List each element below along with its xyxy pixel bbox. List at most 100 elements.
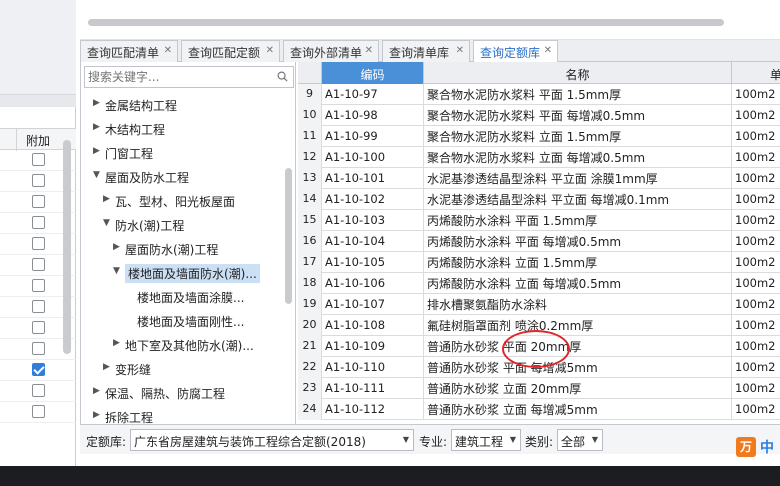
table-row[interactable]: 11 A1-10-99 聚合物水泥防水浆料 立面 1.5mm厚 100m2: [298, 126, 780, 147]
column-header-name[interactable]: 名称: [424, 62, 732, 84]
row-number: 22: [298, 357, 322, 378]
tab-query-list-library[interactable]: 查询清单库 ✕: [382, 40, 470, 62]
table-row[interactable]: 14 A1-10-102 水泥基渗透结晶型涂料 平立面 每增减0.1mm 100m2: [298, 189, 780, 210]
table-row[interactable]: 9 A1-10-97 聚合物水泥防水浆料 平面 1.5mm厚 100m2: [298, 84, 780, 105]
close-icon[interactable]: ✕: [456, 45, 464, 56]
caret-right-icon[interactable]: ▶: [93, 386, 100, 396]
row-number: 10: [298, 105, 322, 126]
caret-down-icon[interactable]: ▼: [103, 218, 110, 228]
row-number: 17: [298, 252, 322, 273]
search-icon[interactable]: [277, 71, 288, 82]
close-icon[interactable]: ✕: [365, 45, 373, 56]
table-row[interactable]: 15 A1-10-103 丙烯酸防水涂料 平面 1.5mm厚 100m2: [298, 210, 780, 231]
row-number: 13: [298, 168, 322, 189]
table-row[interactable]: 17 A1-10-105 丙烯酸防水涂料 立面 1.5mm厚 100m2: [298, 252, 780, 273]
row-checkbox[interactable]: [32, 363, 45, 376]
row-checkbox[interactable]: [32, 153, 45, 166]
row-checkbox[interactable]: [32, 300, 45, 313]
table-row[interactable]: 19 A1-10-107 排水槽聚氨酯防水涂料 100m2: [298, 294, 780, 315]
row-checkbox[interactable]: [32, 384, 45, 397]
table-row[interactable]: 24 A1-10-112 普通防水砂浆 立面 每增减5mm 100m2: [298, 399, 780, 420]
caret-right-icon[interactable]: ▶: [93, 146, 100, 156]
caret-down-icon[interactable]: ▼: [93, 170, 100, 180]
quota-unit: 100m2: [732, 84, 780, 105]
tree-node-label: 变形缝: [115, 363, 152, 377]
quota-name: 普通防水砂浆 立面 20mm厚: [424, 378, 732, 399]
column-divider: [16, 129, 17, 151]
table-row[interactable]: 23 A1-10-111 普通防水砂浆 立面 20mm厚 100m2: [298, 378, 780, 399]
quota-code: A1-10-97: [322, 84, 424, 105]
row-checkbox[interactable]: [32, 258, 45, 271]
horizontal-scrollbar[interactable]: [88, 19, 724, 26]
close-icon[interactable]: ✕: [164, 45, 172, 56]
quota-code: A1-10-108: [322, 315, 424, 336]
quota-unit: 100m2: [732, 126, 780, 147]
tab-query-match-quota[interactable]: 查询匹配定额 ✕: [181, 40, 280, 62]
row-checkbox[interactable]: [32, 342, 45, 355]
quota-unit: 100m2: [732, 189, 780, 210]
quota-name: 聚合物水泥防水浆料 平面 1.5mm厚: [424, 84, 732, 105]
left-scrollbar[interactable]: [63, 140, 71, 354]
row-checkbox[interactable]: [32, 174, 45, 187]
quota-code: A1-10-101: [322, 168, 424, 189]
chevron-down-icon: ▼: [402, 435, 409, 444]
quota-unit: 100m2: [732, 399, 780, 420]
row-number: 23: [298, 378, 322, 399]
row-checkbox[interactable]: [32, 195, 45, 208]
tree-node-label: 门窗工程: [105, 147, 154, 161]
table-row[interactable]: 18 A1-10-106 丙烯酸防水涂料 立面 每增减0.5mm 100m2: [298, 273, 780, 294]
chevron-down-icon: ▼: [591, 435, 598, 444]
major-select[interactable]: 建筑工程 ▼: [451, 429, 521, 451]
caret-down-icon[interactable]: ▼: [113, 266, 120, 276]
left-row: [0, 402, 76, 423]
quota-library-label: 定额库:: [86, 435, 127, 449]
row-checkbox[interactable]: [32, 405, 45, 418]
column-header-code[interactable]: 编码: [322, 62, 424, 84]
close-icon[interactable]: ✕: [544, 45, 552, 56]
caret-right-icon[interactable]: ▶: [93, 410, 100, 420]
quota-unit: 100m2: [732, 294, 780, 315]
tree-node-label: 木结构工程: [105, 123, 166, 137]
tab-query-match-list[interactable]: 查询匹配清单 ✕: [80, 40, 178, 62]
row-checkbox[interactable]: [32, 237, 45, 250]
caret-right-icon[interactable]: ▶: [93, 98, 100, 108]
row-number: 9: [298, 84, 322, 105]
caret-right-icon[interactable]: ▶: [113, 242, 120, 252]
column-header-unit[interactable]: 单: [732, 62, 780, 84]
tree-node-label: 屋面防水(潮)工程: [125, 243, 219, 257]
table-row[interactable]: 12 A1-10-100 聚合物水泥防水浆料 立面 每增减0.5mm 100m2: [298, 147, 780, 168]
quota-code: A1-10-109: [322, 336, 424, 357]
row-number: 11: [298, 126, 322, 147]
tab-query-external-list[interactable]: 查询外部清单 ✕: [283, 40, 379, 62]
close-icon[interactable]: ✕: [266, 45, 274, 56]
tree-scrollbar[interactable]: [285, 168, 292, 304]
quota-unit: 100m2: [732, 336, 780, 357]
row-checkbox[interactable]: [32, 216, 45, 229]
major-label: 专业:: [419, 435, 448, 449]
quota-name: 丙烯酸防水涂料 立面 1.5mm厚: [424, 252, 732, 273]
quota-grid: 编码 名称 单 9 A1-10-97 聚合物水泥防水浆料 平面 1.5mm厚 100m…: [298, 62, 780, 424]
quota-unit: 100m2: [732, 273, 780, 294]
row-number: 18: [298, 273, 322, 294]
tab-query-quota-library[interactable]: 查询定额库 ✕: [473, 40, 558, 63]
quota-code: A1-10-104: [322, 231, 424, 252]
quota-code: A1-10-99: [322, 126, 424, 147]
table-row[interactable]: 13 A1-10-101 水泥基渗透结晶型涂料 平立面 涂膜1mm厚 100m2: [298, 168, 780, 189]
row-checkbox[interactable]: [32, 321, 45, 334]
table-row[interactable]: 10 A1-10-98 聚合物水泥防水浆料 平面 每增减0.5mm 100m2: [298, 105, 780, 126]
table-row[interactable]: 16 A1-10-104 丙烯酸防水涂料 平面 每增减0.5mm 100m2: [298, 231, 780, 252]
search-box: [84, 66, 294, 88]
row-number: 19: [298, 294, 322, 315]
caret-right-icon[interactable]: ▶: [103, 362, 110, 372]
category-label: 类别:: [525, 435, 554, 449]
search-input[interactable]: [88, 69, 274, 85]
caret-right-icon[interactable]: ▶: [113, 338, 120, 348]
row-number: 14: [298, 189, 322, 210]
row-checkbox[interactable]: [32, 279, 45, 292]
caret-right-icon[interactable]: ▶: [93, 122, 100, 132]
category-select[interactable]: 全部 ▼: [557, 429, 603, 451]
left-top-area: [0, 0, 76, 95]
quota-library-select[interactable]: 广东省房屋建筑与装饰工程综合定额(2018) ▼: [130, 429, 414, 451]
caret-right-icon[interactable]: ▶: [103, 194, 110, 204]
brand-logo-icon[interactable]: 万: [736, 437, 756, 457]
